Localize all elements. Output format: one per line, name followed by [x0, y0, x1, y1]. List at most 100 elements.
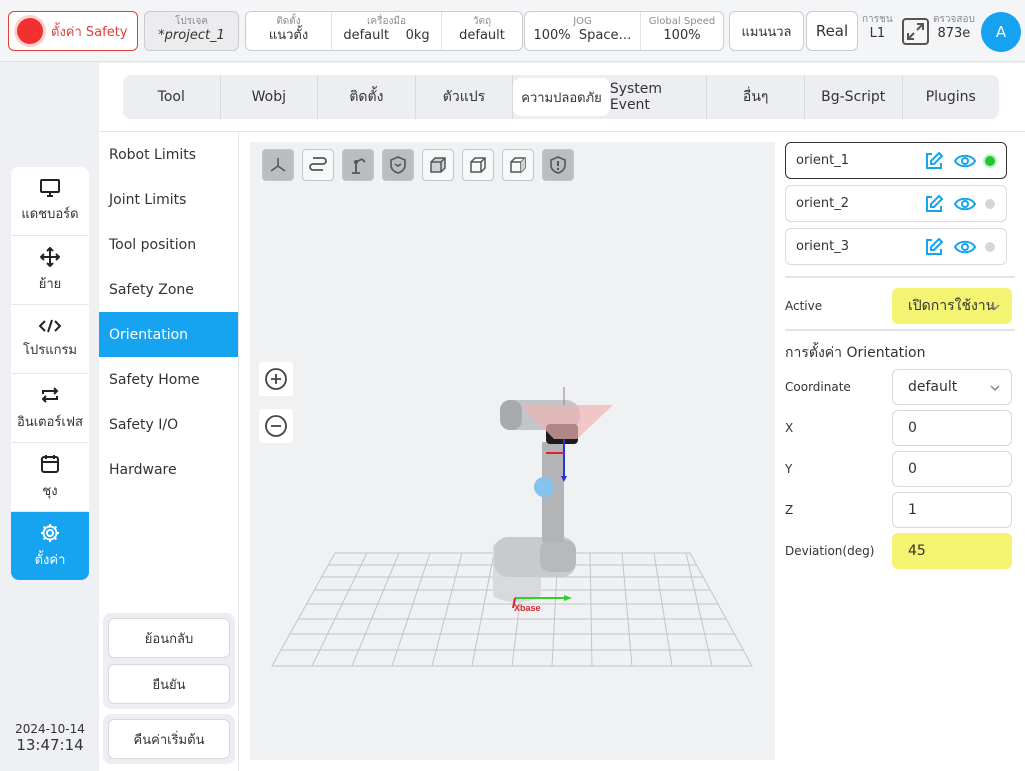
tab-variables[interactable]: ตัวแปร — [416, 75, 514, 119]
tab-wobj[interactable]: Wobj — [221, 75, 319, 119]
tool-value-row: default 0kg — [332, 28, 441, 44]
coordinate-value: default — [908, 379, 958, 395]
project-value: *project_1 — [158, 28, 225, 43]
tab-install[interactable]: ติดตั้ง — [318, 75, 416, 119]
nav-move[interactable]: ย้าย — [11, 236, 89, 305]
safety-subnav: Robot Limits Joint Limits Tool position … — [99, 132, 239, 771]
deviation-label: Deviation(deg) — [785, 544, 875, 558]
x-input[interactable]: 0 — [892, 410, 1012, 446]
safety-label: ตั้งค่า Safety — [51, 24, 128, 40]
eye-icon[interactable] — [953, 195, 977, 213]
project-selector[interactable]: โปรเจค *project_1 — [144, 11, 239, 51]
tool-value: default — [343, 28, 390, 43]
orient-item[interactable]: orient_2 — [785, 185, 1007, 222]
datetime: 2024-10-14 13:47:14 — [10, 722, 90, 754]
tab-safety[interactable]: ความปลอดภัย — [513, 78, 610, 116]
nav-settings-label: ตั้งค่า — [34, 553, 66, 568]
chevron-down-icon — [990, 304, 1000, 311]
safety-settings-button[interactable]: ตั้งค่า Safety — [8, 11, 138, 51]
main-panel: Tool Wobj ติดตั้ง ตัวแปร ความปลอดภัย Sys… — [99, 63, 1025, 771]
inactive-status-dot — [985, 198, 995, 209]
check-label: ตรวจสอบ — [933, 14, 975, 25]
back-button[interactable]: ย้อนกลับ — [108, 618, 230, 658]
nav-settings[interactable]: ตั้งค่า — [11, 512, 89, 580]
subnav-safety-home[interactable]: Safety Home — [99, 357, 238, 402]
top-bar: ตั้งค่า Safety โปรเจค *project_1 ติดตั้ง… — [0, 0, 1025, 62]
left-nav: แดชบอร์ด ย้าย โปรแกรม อินเตอร์เฟส ชุง ตั… — [11, 167, 89, 580]
y-input[interactable]: 0 — [892, 451, 1012, 487]
orient-name: orient_1 — [796, 153, 850, 168]
edit-icon[interactable] — [923, 236, 945, 258]
robot-3d-viewport[interactable]: Xbase — [250, 142, 775, 760]
speed-column: Global Speed 100% — [641, 12, 723, 50]
z-input[interactable]: 1 — [892, 492, 1012, 528]
speed-label: Global Speed — [648, 16, 716, 27]
user-avatar[interactable]: A — [981, 12, 1021, 52]
tool-label: เครื่องมือ — [367, 16, 406, 27]
inactive-status-dot — [985, 241, 995, 252]
expand-icon[interactable] — [902, 18, 929, 45]
orient-name: orient_2 — [796, 196, 850, 211]
edit-icon[interactable] — [923, 193, 945, 215]
tab-tool[interactable]: Tool — [123, 75, 221, 119]
x-label: X — [785, 421, 794, 435]
tab-system-event[interactable]: System Event — [610, 75, 708, 119]
collision-label: การชน — [862, 14, 893, 25]
reset-button[interactable]: คืนค่าเริ่มต้น — [108, 719, 230, 759]
install-column: ติดตั้ง แนวตั้ง — [246, 12, 332, 50]
divider — [785, 276, 1015, 278]
nav-interface[interactable]: อินเตอร์เฟส — [11, 374, 89, 443]
active-select[interactable]: เปิดการใช้งาน — [892, 288, 1012, 324]
jog-info[interactable]: JOG 100% Space… Global Speed 100% — [524, 11, 724, 51]
collision-level: การชน L1 — [862, 14, 893, 42]
monitor-icon — [40, 178, 60, 197]
subnav-tool-position[interactable]: Tool position — [99, 222, 238, 267]
install-label: ติดตั้ง — [276, 16, 301, 27]
nav-interface-label: อินเตอร์เฟส — [17, 414, 83, 430]
confirm-button[interactable]: ยืนยัน — [108, 664, 230, 704]
collision-value: L1 — [869, 26, 886, 41]
base-axis-label: Xbase — [514, 603, 541, 613]
gear-icon — [41, 524, 59, 542]
install-info[interactable]: ติดตั้ง แนวตั้ง เครื่องมือ default 0kg ว… — [245, 11, 523, 51]
move-icon — [40, 246, 60, 267]
divider — [785, 329, 1015, 331]
real-mode-button[interactable]: Real — [806, 11, 858, 51]
nav-program[interactable]: โปรแกรม — [11, 305, 89, 374]
interface-icon — [41, 386, 59, 403]
subnav-robot-limits[interactable]: Robot Limits — [99, 132, 238, 177]
jog-space: Space… — [578, 28, 632, 43]
nav-io-label: ชุง — [42, 483, 58, 499]
eye-icon[interactable] — [953, 152, 977, 170]
orient-name: orient_3 — [796, 239, 850, 254]
coordinate-select[interactable]: default — [892, 369, 1012, 405]
object-label: วัตถุ — [472, 16, 492, 27]
subnav-hardware[interactable]: Hardware — [99, 447, 238, 492]
subnav-joint-limits[interactable]: Joint Limits — [99, 177, 238, 222]
robot-scene: Xbase — [271, 387, 753, 667]
tab-bg-script[interactable]: Bg-Script — [805, 75, 903, 119]
deviation-input[interactable]: 45 — [892, 533, 1012, 569]
subnav-orientation[interactable]: Orientation — [99, 312, 238, 357]
nav-program-label: โปรแกรม — [22, 342, 78, 358]
install-value: แนวตั้ง — [268, 28, 309, 43]
action-button-group: ย้อนกลับ ยืนยัน — [103, 613, 235, 709]
reset-button-group: คืนค่าเริ่มต้น — [103, 714, 235, 764]
nav-io[interactable]: ชุง — [11, 443, 89, 512]
tab-other[interactable]: อื่นๆ — [707, 75, 805, 119]
edit-icon[interactable] — [923, 150, 945, 172]
manual-mode-button[interactable]: แมนนวล — [729, 11, 804, 51]
section-title: การตั้งค่า Orientation — [785, 345, 926, 361]
tab-plugins[interactable]: Plugins — [903, 75, 1000, 119]
orient-item[interactable]: orient_3 — [785, 228, 1007, 265]
z-label: Z — [785, 503, 794, 517]
active-label: Active — [785, 299, 823, 313]
eye-icon[interactable] — [953, 238, 977, 256]
orient-item[interactable]: orient_1 — [785, 142, 1007, 179]
jog-column: JOG 100% Space… — [525, 12, 641, 50]
nav-dashboard[interactable]: แดชบอร์ด — [11, 167, 89, 236]
check-info: ตรวจสอบ 873e — [933, 14, 975, 42]
subnav-safety-zone[interactable]: Safety Zone — [99, 267, 238, 312]
safety-status-icon — [17, 18, 43, 44]
subnav-safety-io[interactable]: Safety I/O — [99, 402, 238, 447]
